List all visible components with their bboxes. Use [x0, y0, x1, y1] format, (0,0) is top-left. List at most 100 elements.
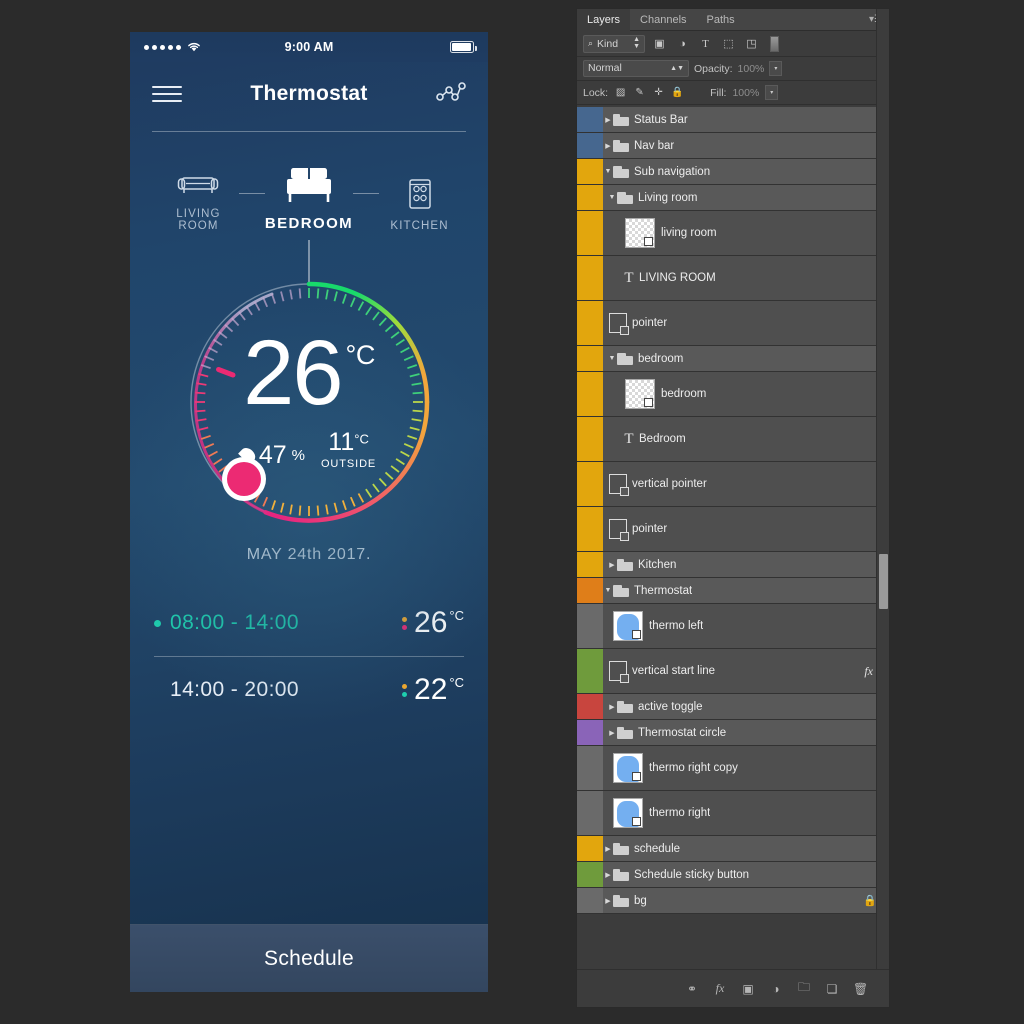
chevron-right-icon[interactable]: ▶ — [603, 116, 613, 124]
chevron-right-icon[interactable]: ▶ — [603, 142, 613, 150]
schedule-bullet — [154, 687, 161, 694]
chevron-right-icon[interactable]: ▶ — [607, 561, 617, 569]
layer-row[interactable]: ▶ Kitchen — [577, 552, 889, 578]
chevron-right-icon[interactable]: ▶ — [603, 871, 613, 879]
room-label: BEDROOM — [264, 215, 354, 232]
layer-color-label — [577, 346, 603, 371]
current-date: MAY 24th 2017. — [246, 546, 372, 563]
layer-row[interactable]: pointer — [577, 301, 889, 346]
humidity-unit: % — [291, 446, 305, 464]
layer-row-body: thermo right — [603, 791, 889, 835]
layer-name: pointer — [632, 317, 668, 329]
adjustment-icon[interactable]: ◑ — [769, 982, 783, 996]
layer-row[interactable]: vertical start line fx — [577, 649, 889, 694]
chevron-right-icon[interactable]: ▶ — [603, 845, 613, 853]
schedule-row[interactable]: 14:00 - 20:00 22 °C — [154, 657, 464, 723]
link-icon[interactable]: ⚭ — [685, 982, 699, 996]
layer-row[interactable]: ▼ Thermostat — [577, 578, 889, 604]
adjustment-filter-icon[interactable]: ◑ — [674, 35, 691, 52]
blend-mode-dropdown[interactable]: Normal ▲▼ — [583, 60, 689, 77]
chevron-down-icon[interactable]: ▼ — [603, 168, 613, 175]
lock-all-icon[interactable]: 🔒 — [671, 86, 684, 99]
layer-row[interactable]: bedroom — [577, 372, 889, 417]
lock-transparent-icon[interactable]: ▨ — [614, 86, 627, 99]
shape-filter-icon[interactable]: ⬚ — [720, 35, 737, 52]
tab-paths[interactable]: Paths — [697, 9, 745, 31]
tab-channels[interactable]: Channels — [630, 9, 696, 31]
lock-fill-row: Lock: ▨ ✎ ✛ 🔒 Fill: 100% ▾ — [577, 81, 889, 105]
fx-icon[interactable]: fx — [713, 981, 727, 996]
layer-color-label — [577, 746, 603, 790]
chevron-right-icon[interactable]: ▶ — [607, 703, 617, 711]
layer-effects-icon[interactable]: fx — [864, 664, 873, 679]
layer-row[interactable]: ▶ active toggle — [577, 694, 889, 720]
room-label: LIVING ROOM — [176, 208, 221, 232]
layer-row[interactable]: pointer — [577, 507, 889, 552]
layer-row[interactable]: thermo left — [577, 604, 889, 649]
layer-row[interactable]: thermo right copy — [577, 746, 889, 791]
layer-row[interactable]: ▶ Status Bar — [577, 107, 889, 133]
chevron-right-icon[interactable]: ▶ — [603, 897, 613, 905]
new-group-icon[interactable]: 🗀 — [797, 978, 811, 999]
layer-row[interactable]: ▶ schedule — [577, 836, 889, 862]
layer-row[interactable]: ▶ Thermostat circle — [577, 720, 889, 746]
layer-row[interactable]: ▼ Living room — [577, 185, 889, 211]
layer-row[interactable]: T LIVING ROOM — [577, 256, 889, 301]
filter-kind-dropdown[interactable]: ⌕ Kind ▲ ▼ — [583, 34, 645, 53]
chevron-right-icon[interactable]: ▶ — [607, 729, 617, 737]
chevron-updown-icon: ▲▼ — [633, 36, 640, 50]
fill-value[interactable]: 100% — [732, 87, 759, 99]
layer-row[interactable]: ▶ Schedule sticky button — [577, 862, 889, 888]
layer-row-body: ▼ Thermostat — [603, 578, 889, 603]
layer-row-body: ▶ active toggle — [603, 694, 889, 719]
layer-thumbnail — [625, 379, 655, 409]
opacity-stepper[interactable]: ▾ — [769, 61, 783, 76]
filter-toggle-switch[interactable] — [770, 35, 779, 52]
layer-list-scrollbar[interactable] — [876, 9, 889, 1007]
new-layer-icon[interactable]: ❏ — [825, 982, 839, 996]
schedule-temp-group: 26 °C — [402, 608, 464, 638]
lock-image-icon[interactable]: ✎ — [633, 86, 646, 99]
hamburger-icon[interactable] — [152, 86, 182, 102]
tab-layers[interactable]: Layers — [577, 8, 631, 31]
folder-icon — [613, 842, 629, 855]
schedule-button[interactable]: Schedule — [130, 924, 488, 992]
room-tab-living-room[interactable]: LIVING ROOM — [158, 154, 239, 232]
layer-row[interactable]: ▼ Sub navigation — [577, 159, 889, 185]
chevron-down-icon[interactable]: ▼ — [607, 355, 617, 362]
layer-row[interactable]: ▶ Nav bar — [577, 133, 889, 159]
temperature-unit: °C — [345, 340, 376, 371]
layer-row-body: ▼ Living room — [603, 185, 889, 210]
chevron-down-icon[interactable]: ▼ — [603, 587, 613, 594]
scrollbar-thumb[interactable] — [879, 554, 888, 609]
layer-color-label — [577, 462, 603, 506]
opacity-value[interactable]: 100% — [738, 63, 765, 75]
layer-name: thermo right copy — [649, 762, 738, 774]
thermostat-dial[interactable]: 26 °C 47 % 11°C OUTSIDE — [190, 281, 430, 523]
folder-icon — [617, 700, 633, 713]
lock-position-icon[interactable]: ✛ — [652, 86, 665, 99]
layer-name: Thermostat — [634, 584, 693, 597]
room-tab-kitchen[interactable]: KITCHEN — [379, 166, 460, 232]
layer-row[interactable]: ▶ bg 🔒 — [577, 888, 889, 914]
filter-kind-label: Kind — [597, 37, 619, 50]
pixel-filter-icon[interactable]: ▣ — [651, 35, 668, 52]
room-tab-bedroom[interactable]: BEDROOM — [265, 161, 353, 232]
graph-nodes-icon[interactable] — [436, 80, 466, 109]
fill-stepper[interactable]: ▾ — [765, 85, 779, 100]
smartobject-filter-icon[interactable]: ◳ — [743, 35, 760, 52]
layer-row[interactable]: ▼ bedroom — [577, 346, 889, 372]
room-connector-left — [238, 192, 265, 194]
layer-row-body: ▶ schedule — [603, 836, 889, 861]
layer-row[interactable]: thermo right — [577, 791, 889, 836]
delete-icon[interactable]: 🗑 — [853, 982, 868, 996]
mask-icon[interactable]: ▣ — [741, 982, 755, 996]
layer-row[interactable]: vertical pointer — [577, 462, 889, 507]
layer-color-label — [577, 791, 603, 835]
type-filter-icon[interactable]: T — [697, 35, 714, 52]
chevron-down-icon[interactable]: ▼ — [607, 194, 617, 201]
layer-row[interactable]: living room — [577, 211, 889, 256]
screen-root: 9:00 AM Thermostat LIVING ROOM BEDROOM K… — [0, 0, 1024, 1024]
layer-row[interactable]: T Bedroom — [577, 417, 889, 462]
schedule-row[interactable]: 08:00 - 14:00 26 °C — [154, 590, 464, 656]
